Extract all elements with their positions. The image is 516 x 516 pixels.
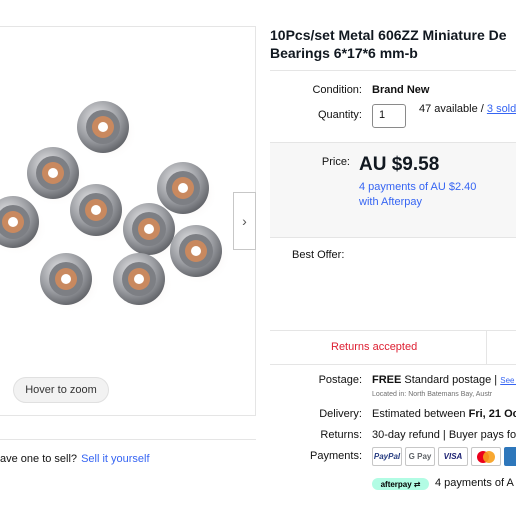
hover-to-zoom-hint: Hover to zoom bbox=[13, 377, 109, 403]
divider bbox=[0, 439, 256, 440]
paypal-icon: PayPal bbox=[372, 447, 402, 466]
mastercard-icon bbox=[471, 447, 501, 466]
returns-label: Returns: bbox=[320, 429, 362, 441]
quantity-input[interactable]: 1 bbox=[372, 104, 406, 128]
availability-row: 47 available / 3 sold bbox=[419, 103, 516, 115]
sell-it-yourself-link[interactable]: Sell it yourself bbox=[81, 453, 149, 465]
afterpay-payments-summary: 4 payments of A bbox=[435, 477, 514, 489]
delivery-date: Fri, 21 Oct bbox=[468, 408, 516, 420]
postage-free: FREE bbox=[372, 374, 402, 386]
sell-prompt-row: ave one to sell? Sell it yourself bbox=[0, 453, 150, 465]
payments-label: Payments: bbox=[310, 450, 362, 462]
best-offer-label: Best Offer: bbox=[292, 249, 345, 261]
postage-details-link[interactable]: See d bbox=[500, 376, 516, 385]
afterpay-logo-text: afterpay bbox=[380, 479, 412, 489]
postage-row: FREE Standard postage | See d bbox=[372, 374, 516, 386]
delivery-row: Estimated between Fri, 21 Oct bbox=[372, 408, 516, 420]
quantity-label: Quantity: bbox=[317, 109, 362, 121]
afterpay-payments-text: 4 payments of AU $2.40 bbox=[359, 181, 477, 193]
returns-value: 30-day refund | Buyer pays for bbox=[372, 429, 516, 441]
item-location: Located in: North Batemans Bay, Austr bbox=[372, 391, 493, 398]
price-label: Price: bbox=[321, 156, 350, 168]
divider bbox=[486, 330, 487, 365]
divider bbox=[270, 70, 516, 71]
postage-label: Postage: bbox=[318, 374, 362, 386]
listing-title: 10Pcs/set Metal 606ZZ Miniature De Beari… bbox=[270, 26, 516, 62]
product-image-panel[interactable] bbox=[0, 26, 256, 416]
returns-accepted-text: Returns accepted bbox=[331, 341, 418, 353]
price-value: AU $9.58 bbox=[359, 154, 440, 175]
available-text: 47 available / bbox=[419, 103, 484, 115]
condition-value: Brand New bbox=[372, 84, 430, 96]
listing-title-line1: 10Pcs/set Metal 606ZZ Miniature De bbox=[270, 27, 507, 43]
sold-link[interactable]: 3 sold bbox=[487, 103, 516, 115]
delivery-label: Delivery: bbox=[319, 408, 362, 420]
amex-icon bbox=[504, 447, 516, 466]
product-image[interactable] bbox=[0, 27, 255, 415]
condition-label: Condition: bbox=[312, 84, 362, 96]
afterpay-with-text: with Afterpay bbox=[359, 196, 422, 208]
next-image-button[interactable]: › bbox=[233, 192, 256, 250]
google-pay-icon: G Pay bbox=[405, 447, 435, 466]
chevron-right-icon: › bbox=[242, 213, 247, 229]
bearings-group bbox=[0, 101, 231, 313]
delivery-value: Estimated between bbox=[372, 408, 466, 420]
visa-icon: VISA bbox=[438, 447, 468, 466]
sell-prompt-text: ave one to sell? bbox=[0, 453, 78, 465]
postage-value: Standard postage | bbox=[404, 374, 498, 386]
afterpay-badge: afterpay ⇄ bbox=[372, 478, 429, 490]
listing-title-line2: Bearings 6*17*6 mm-b bbox=[270, 45, 418, 61]
afterpay-info[interactable]: 4 payments of AU $2.40 with Afterpay bbox=[359, 180, 476, 210]
